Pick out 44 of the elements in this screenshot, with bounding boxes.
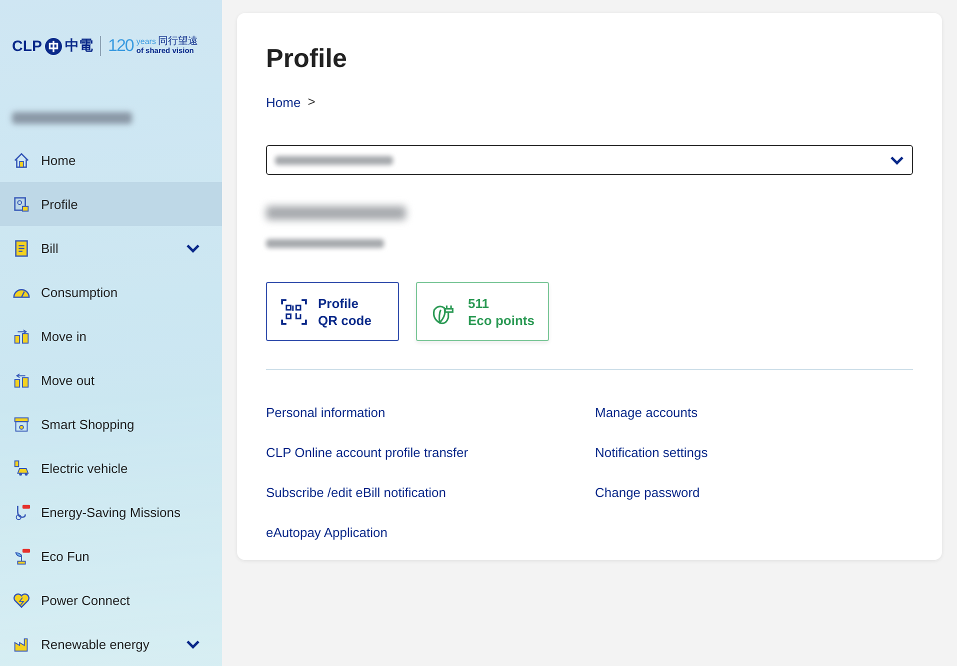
sidebar-item[interactable]: Consumption bbox=[0, 270, 222, 314]
buildings-arrow-icon bbox=[12, 370, 31, 390]
brand-logo-text: CLP bbox=[12, 38, 42, 54]
brand-chinese-name: 中電 bbox=[65, 37, 93, 55]
profile-link[interactable]: CLP Online account profile transfer bbox=[266, 444, 468, 461]
document-icon bbox=[12, 238, 31, 258]
chevron-down-icon bbox=[186, 244, 200, 252]
chevron-down-icon bbox=[186, 640, 200, 648]
sprout-icon bbox=[12, 546, 31, 566]
shop-icon bbox=[12, 414, 31, 434]
heart-icon bbox=[12, 590, 31, 610]
car-icon bbox=[12, 458, 31, 478]
profile-link[interactable]: Change password bbox=[595, 484, 700, 501]
eco-points-button[interactable]: 511 Eco points bbox=[416, 282, 549, 341]
account-dropdown[interactable] bbox=[266, 145, 913, 175]
breadcrumb-separator: > bbox=[308, 94, 316, 111]
sidebar-item[interactable]: Move in bbox=[0, 314, 222, 358]
profile-link[interactable]: Subscribe /edit eBill notification bbox=[266, 484, 446, 501]
brand-circle-icon bbox=[45, 38, 62, 54]
slogan-chinese-text: 同行望遠 bbox=[158, 37, 198, 48]
anniversary-number: 120 bbox=[108, 36, 134, 56]
profile-link[interactable]: Manage accounts bbox=[595, 404, 698, 421]
sidebar-item[interactable]: Smart Shopping bbox=[0, 402, 222, 446]
years-text: years bbox=[136, 38, 156, 46]
page-title: Profile bbox=[266, 43, 348, 74]
sidebar-item[interactable]: Energy-Saving Missions bbox=[0, 490, 222, 534]
sidebar-item[interactable]: Bill bbox=[0, 226, 222, 270]
sidebar-item[interactable]: Eco Fun bbox=[0, 534, 222, 578]
sidebar-item[interactable]: Home bbox=[0, 138, 222, 182]
sidebar-item[interactable]: Renewable energy bbox=[0, 622, 222, 666]
sidebar-item[interactable]: Profile bbox=[0, 182, 222, 226]
breadcrumb-link[interactable]: Home bbox=[266, 94, 301, 111]
profile-qr-code-button[interactable]: Profile QR code bbox=[266, 282, 399, 341]
profile-link[interactable]: Personal information bbox=[266, 404, 386, 421]
qr-code-icon bbox=[281, 298, 307, 324]
home-icon bbox=[12, 150, 31, 170]
profile-link[interactable]: Notification settings bbox=[595, 444, 708, 461]
sidebar-item[interactable]: Move out bbox=[0, 358, 222, 402]
profile-link[interactable]: eAutopay Application bbox=[266, 524, 388, 541]
sidebar-item[interactable]: Power Connect bbox=[0, 578, 222, 622]
profile-card-icon bbox=[12, 194, 31, 214]
sidebar-item[interactable]: Electric vehicle bbox=[0, 446, 222, 490]
buildings-arrow-icon bbox=[12, 326, 31, 346]
chevron-down-icon bbox=[890, 156, 904, 164]
